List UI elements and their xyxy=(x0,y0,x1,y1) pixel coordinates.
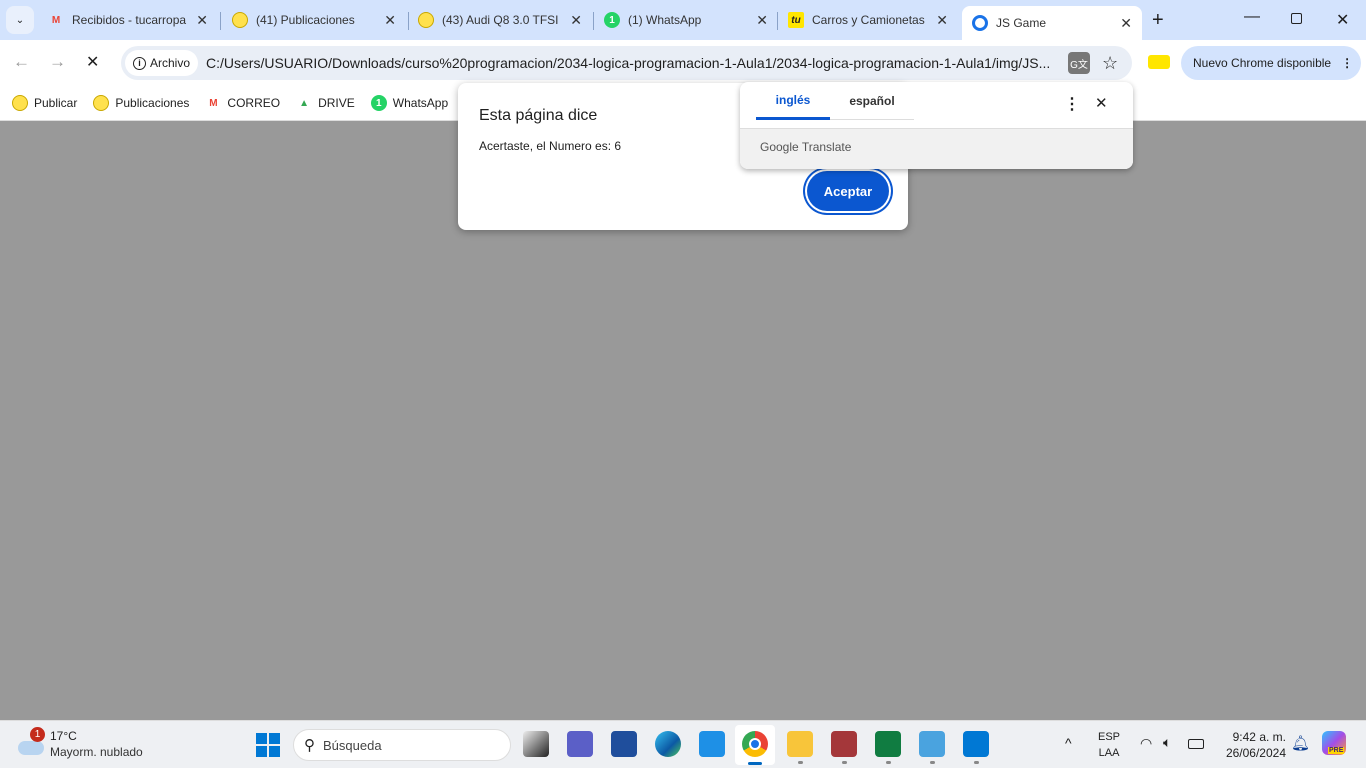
close-tab-icon[interactable]: ✕ xyxy=(756,12,768,29)
edge-icon[interactable] xyxy=(655,731,681,757)
tab[interactable]: (41) Publicaciones ✕ xyxy=(222,6,406,34)
tab[interactable]: tu Carros y Camionetas ✕ xyxy=(778,6,958,34)
tab-strip: ⌄ M Recibidos - tucarropa ✕ (41) Publicaci… xyxy=(0,0,1366,40)
restore-button[interactable] xyxy=(1291,13,1302,24)
store-icon[interactable] xyxy=(611,731,637,757)
file-explorer-icon[interactable] xyxy=(787,731,813,757)
tab-active[interactable]: JS Game ✕ xyxy=(962,6,1142,40)
notepad-icon[interactable] xyxy=(919,731,945,757)
stop-loading-button[interactable]: ✕ xyxy=(86,52,99,72)
access-icon[interactable] xyxy=(831,731,857,757)
mercadolibre-icon xyxy=(232,12,248,28)
dialog-title: Esta página dice xyxy=(479,107,598,124)
close-tab-icon[interactable]: ✕ xyxy=(384,12,396,29)
translate-popup: inglés español ⋮ ✕ Google Translate xyxy=(740,82,1133,169)
tab[interactable]: (43) Audi Q8 3.0 TFSI ✕ xyxy=(408,6,592,34)
google-translate-logo: Google Translate xyxy=(760,140,852,154)
tab[interactable]: M Recibidos - tucarropa ✕ xyxy=(38,6,218,34)
whatsapp-icon: 1 xyxy=(370,95,387,111)
close-tab-icon[interactable]: ✕ xyxy=(570,12,582,29)
back-button[interactable]: ← xyxy=(13,52,30,72)
tab-search-button[interactable]: ⌄ xyxy=(6,6,34,34)
dialog-message: Acertaste, el Numero es: 6 xyxy=(479,139,622,153)
tab[interactable]: 1 (1) WhatsApp ✕ xyxy=(594,6,778,34)
search-icon: ⚲ xyxy=(304,737,315,754)
notification-bell-icon[interactable]: 🔔︎ xyxy=(1291,734,1310,752)
tucarro-extension-icon[interactable] xyxy=(1148,55,1170,69)
excel-icon[interactable] xyxy=(875,731,901,757)
bookmark-correo[interactable]: M CORREO xyxy=(205,95,280,111)
vscode-icon[interactable] xyxy=(963,731,989,757)
menu-icon: ⋮ xyxy=(1341,56,1354,70)
mercadolibre-icon xyxy=(93,95,110,111)
translate-icon[interactable]: G文 xyxy=(1068,52,1091,74)
info-icon: i xyxy=(133,56,146,70)
battery-icon[interactable] xyxy=(1188,739,1204,749)
mercadolibre-icon xyxy=(418,12,434,28)
copilot-icon[interactable]: PRE xyxy=(1322,731,1346,755)
weather-widget[interactable]: 1 17°C Mayorm. nublado xyxy=(16,727,156,763)
taskbar: 1 17°C Mayorm. nublado ⚲ Búsqueda ^ ESP LA… xyxy=(0,720,1366,768)
chrome-icon[interactable] xyxy=(742,731,768,757)
bookmark-whatsapp[interactable]: 1 WhatsApp xyxy=(370,95,448,111)
windows-start-icon[interactable] xyxy=(256,733,280,757)
close-tab-icon[interactable]: ✕ xyxy=(936,12,948,29)
clock[interactable]: 9:42 a. m. 26/06/2024 xyxy=(1216,729,1286,761)
bookmark-star-icon[interactable]: ☆ xyxy=(1102,53,1118,74)
weather-badge: 1 xyxy=(30,727,45,742)
bookmark-drive[interactable]: ▲ DRIVE xyxy=(296,95,355,111)
new-tab-button[interactable]: + xyxy=(1152,9,1164,32)
task-view-icon[interactable] xyxy=(523,731,549,757)
translate-footer: Google Translate xyxy=(740,128,1133,169)
tucarro-icon: tu xyxy=(788,12,804,28)
show-hidden-icons[interactable]: ^ xyxy=(1065,735,1072,751)
taskbar-search[interactable]: ⚲ Búsqueda xyxy=(293,729,511,761)
js-game-icon xyxy=(972,15,988,31)
teams-icon[interactable] xyxy=(567,731,593,757)
gmail-icon: M xyxy=(209,97,218,109)
mercadolibre-icon xyxy=(12,95,28,111)
input-language[interactable]: ESP LAA xyxy=(1098,729,1120,761)
url-text[interactable]: C:/Users/USUARIO/Downloads/curso%20progr… xyxy=(206,55,1056,71)
volume-icon[interactable]: 🔈︎ xyxy=(1163,734,1171,751)
wifi-icon[interactable]: ◠ xyxy=(1140,735,1152,752)
chrome-update-button[interactable]: Nuevo Chrome disponible ⋮ xyxy=(1181,46,1361,80)
tab-language-spanish[interactable]: español xyxy=(830,82,914,120)
tab-language-english[interactable]: inglés xyxy=(756,82,830,120)
close-tab-icon[interactable]: ✕ xyxy=(1120,15,1132,32)
more-options-icon[interactable]: ⋮ xyxy=(1064,94,1080,114)
minimize-button[interactable]: — xyxy=(1244,8,1260,26)
gmail-icon: M xyxy=(51,14,61,26)
forward-button[interactable]: → xyxy=(49,52,66,72)
whatsapp-icon: 1 xyxy=(604,12,620,28)
bookmark-publicar[interactable]: Publicar xyxy=(12,95,77,111)
close-icon[interactable]: ✕ xyxy=(1095,94,1108,112)
close-tab-icon[interactable]: ✕ xyxy=(196,12,208,29)
drive-icon: ▲ xyxy=(299,97,310,109)
mail-icon[interactable] xyxy=(699,731,725,757)
cloud-icon xyxy=(18,741,44,755)
site-info-chip[interactable]: i Archivo xyxy=(125,50,199,76)
close-window-button[interactable]: ✕ xyxy=(1336,10,1349,30)
address-bar[interactable]: i Archivo C:/Users/USUARIO/Downloads/curs… xyxy=(121,46,1132,80)
bookmark-publicaciones[interactable]: Publicaciones xyxy=(93,95,189,111)
accept-button[interactable]: Aceptar xyxy=(807,171,889,211)
